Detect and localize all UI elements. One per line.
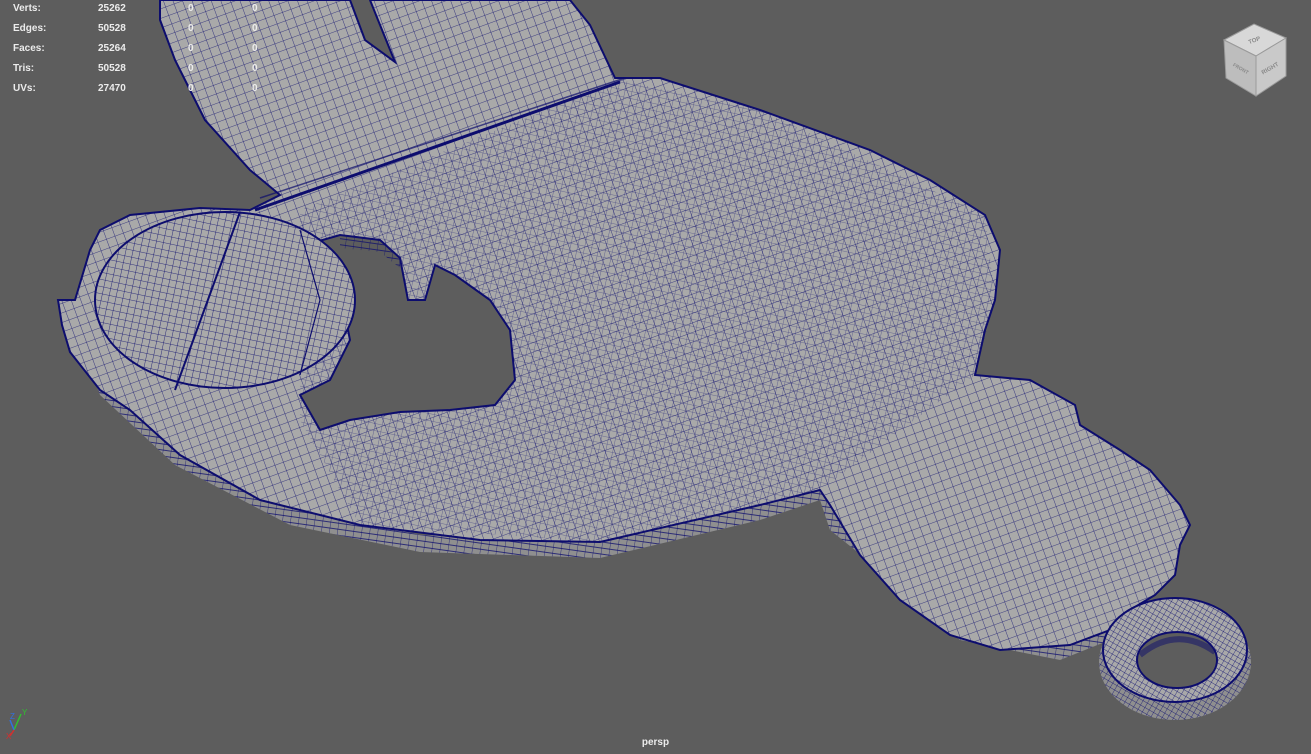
- hud-value: 25264: [98, 43, 126, 54]
- hud-component: 0: [252, 63, 258, 74]
- hud-row-uvs: UVs: 27470 0 0: [0, 83, 270, 97]
- mesh-canvas[interactable]: [0, 0, 1311, 754]
- hud-value: 50528: [98, 63, 126, 74]
- hud-label: Tris:: [13, 63, 35, 74]
- axis-gizmo-icon: Y Z X: [4, 706, 34, 740]
- hud-row-edges: Edges: 50528 0 0: [0, 23, 270, 37]
- camera-name-label: persp: [641, 737, 670, 748]
- view-cube-icon[interactable]: TOP FRONT RIGHT: [1218, 20, 1292, 100]
- axis-y-label: Y: [22, 708, 28, 717]
- hud-row-tris: Tris: 50528 0 0: [0, 63, 270, 77]
- hud-row-faces: Faces: 25264 0 0: [0, 43, 270, 57]
- hud-label: UVs:: [13, 83, 36, 94]
- axis-z-label: Z: [10, 712, 15, 721]
- hud-value: 25262: [98, 3, 126, 14]
- mesh-ring[interactable]: [1099, 597, 1251, 720]
- hud-component: 0: [252, 23, 258, 34]
- hud-selected: 0: [188, 43, 194, 54]
- axis-y-line: [13, 713, 22, 731]
- hud-label: Edges:: [13, 23, 47, 34]
- hud-selected: 0: [188, 23, 194, 34]
- hud-value: 27470: [98, 83, 126, 94]
- hud-component: 0: [252, 43, 258, 54]
- axis-z-line: [9, 719, 15, 731]
- hud-component: 0: [252, 83, 258, 94]
- hud-component: 0: [252, 3, 258, 14]
- hud-selected: 0: [188, 3, 194, 14]
- hud-label: Verts:: [13, 3, 41, 14]
- hud-value: 50528: [98, 23, 126, 34]
- hud-label: Faces:: [13, 43, 45, 54]
- mesh-bulge[interactable]: [94, 211, 356, 391]
- hud-selected: 0: [188, 63, 194, 74]
- viewport-persp[interactable]: Verts: 25262 0 0 Edges: 50528 0 0 Faces:…: [0, 0, 1311, 754]
- hud-selected: 0: [188, 83, 194, 94]
- hud-row-verts: Verts: 25262 0 0: [0, 3, 270, 17]
